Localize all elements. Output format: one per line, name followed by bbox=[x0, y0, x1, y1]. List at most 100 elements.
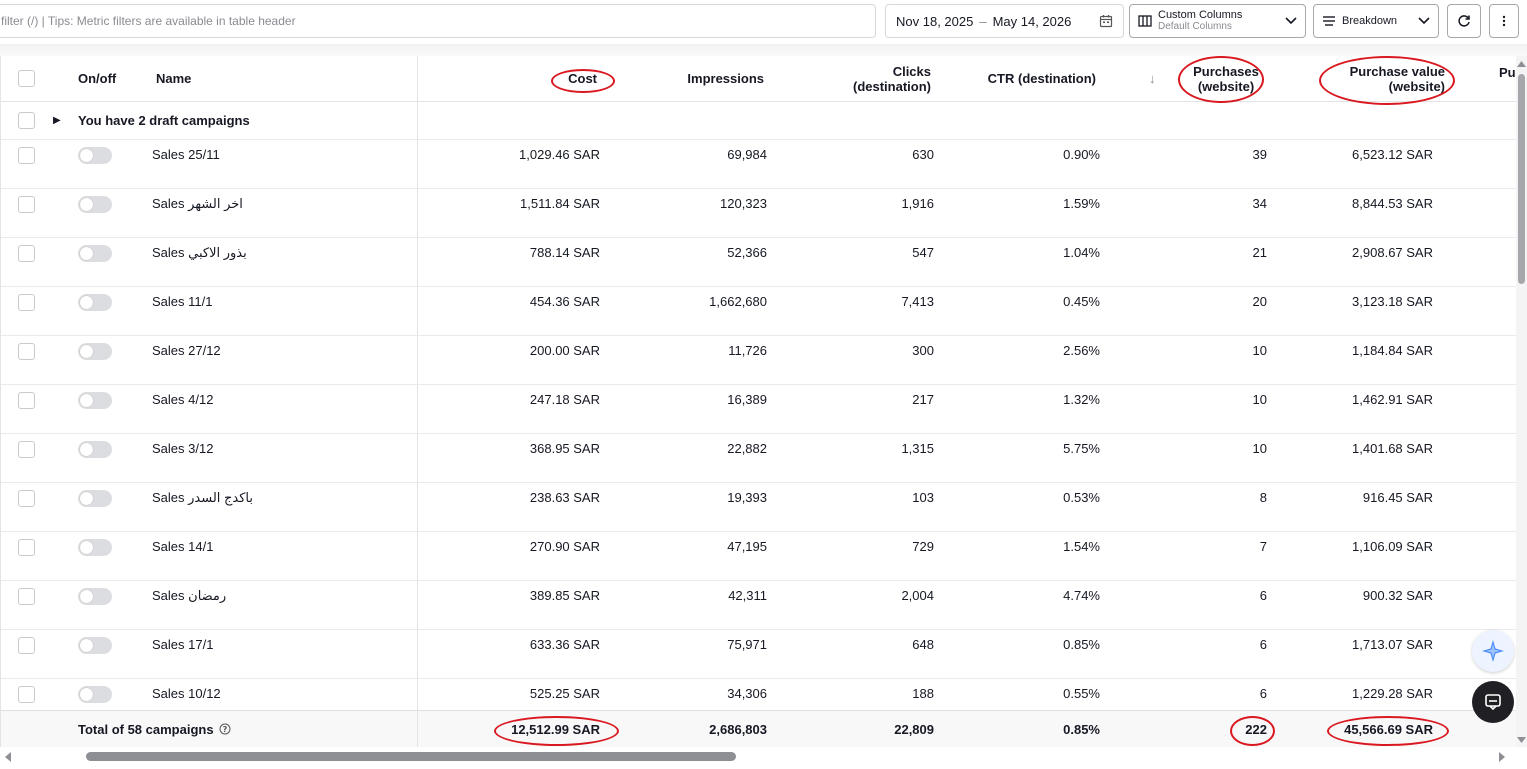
toolbar: Nov 18, 2025 – May 14, 2026 Custom Colum… bbox=[0, 0, 1527, 44]
campaign-name[interactable]: Sales 25/11 bbox=[152, 140, 220, 188]
row-checkbox[interactable] bbox=[18, 539, 35, 556]
date-range-picker[interactable]: Nov 18, 2025 – May 14, 2026 bbox=[885, 4, 1124, 38]
header-cost[interactable]: Cost bbox=[421, 56, 597, 101]
refresh-button[interactable] bbox=[1447, 4, 1481, 38]
cell-value: 1,401.68 SAR bbox=[1352, 441, 1433, 456]
column-divider bbox=[417, 238, 418, 286]
campaign-toggle[interactable] bbox=[78, 196, 112, 213]
campaign-name[interactable]: Sales 4/12 bbox=[152, 385, 213, 433]
help-icon[interactable]: ? bbox=[219, 723, 231, 735]
campaign-name[interactable]: Sales 27/12 bbox=[152, 336, 221, 384]
campaign-name[interactable]: Sales اخر الشهر bbox=[152, 189, 243, 237]
table-row[interactable]: Sales باكدج السدر 238.63 SAR 19,393 103 0.53… bbox=[1, 483, 1516, 532]
cell-cost: 389.85 SAR bbox=[529, 588, 600, 603]
campaign-toggle[interactable] bbox=[78, 490, 112, 507]
row-checkbox[interactable] bbox=[18, 637, 35, 654]
total-purchases: 222 bbox=[1245, 721, 1267, 737]
breakdown-label: Breakdown bbox=[1342, 15, 1398, 27]
scroll-right-icon[interactable] bbox=[1498, 752, 1506, 762]
more-options-button[interactable] bbox=[1489, 4, 1519, 38]
draft-campaigns-row[interactable]: ▶ You have 2 draft campaigns bbox=[1, 102, 1516, 140]
header-purchase-value[interactable]: Purchase value (website) bbox=[1323, 56, 1445, 101]
sort-arrow-icon[interactable]: ↓ bbox=[1149, 56, 1156, 101]
row-checkbox[interactable] bbox=[18, 294, 35, 311]
campaign-name[interactable]: Sales 11/1 bbox=[152, 287, 212, 335]
campaign-toggle[interactable] bbox=[78, 343, 112, 360]
campaign-toggle[interactable] bbox=[78, 539, 112, 556]
cell-clicks: 1,315 bbox=[901, 441, 934, 456]
table-row[interactable]: Sales 4/12 247.18 SAR 16,389 217 1.32% 10 1,46… bbox=[1, 385, 1516, 434]
column-divider bbox=[417, 102, 418, 139]
header-purchases[interactable]: Purchases (website) bbox=[1186, 56, 1266, 101]
horizontal-scrollbar[interactable] bbox=[0, 747, 1516, 769]
row-checkbox[interactable] bbox=[18, 343, 35, 360]
header-onoff[interactable]: On/off bbox=[78, 56, 116, 101]
header-truncated[interactable]: Pu bbox=[1499, 56, 1516, 101]
svg-text:?: ? bbox=[222, 725, 227, 734]
table-row[interactable]: Sales 14/1 270.90 SAR 47,195 729 1.54% 7 1,106… bbox=[1, 532, 1516, 581]
table-row[interactable]: Sales 27/12 200.00 SAR 11,726 300 2.56% 10 1,1… bbox=[1, 336, 1516, 385]
campaign-toggle[interactable] bbox=[78, 588, 112, 605]
cell-ctr: 1.32% bbox=[1063, 392, 1100, 407]
campaign-toggle[interactable] bbox=[78, 441, 112, 458]
more-vertical-icon bbox=[1502, 15, 1506, 27]
header-clicks[interactable]: Clicks (destination) bbox=[781, 56, 931, 101]
row-checkbox[interactable] bbox=[18, 147, 35, 164]
select-all-checkbox[interactable] bbox=[18, 70, 35, 87]
cell-impressions: 11,726 bbox=[728, 343, 767, 358]
row-checkbox[interactable] bbox=[18, 686, 35, 703]
custom-columns-button[interactable]: Custom Columns Default Columns bbox=[1129, 4, 1306, 38]
campaign-toggle[interactable] bbox=[78, 245, 112, 262]
table-row[interactable]: Sales 25/11 1,029.46 SAR 69,984 630 0.90% 39 6… bbox=[1, 140, 1516, 189]
cell-purchases: 6 bbox=[1259, 637, 1267, 652]
cell-value: 1,713.07 SAR bbox=[1352, 637, 1433, 652]
cell-value: 916.45 SAR bbox=[1362, 490, 1433, 505]
table-row[interactable]: Sales 3/12 368.95 SAR 22,882 1,315 5.75% 10 1,… bbox=[1, 434, 1516, 483]
table-row[interactable]: Sales بذور الاكبي 788.14 SAR 52,366 547 1.04… bbox=[1, 238, 1516, 287]
table-row[interactable]: Sales 17/1 633.36 SAR 75,971 648 0.85% 6 1,713… bbox=[1, 630, 1516, 679]
column-divider bbox=[417, 140, 418, 188]
campaign-toggle[interactable] bbox=[78, 686, 112, 703]
campaign-toggle[interactable] bbox=[78, 147, 112, 164]
cell-impressions: 19,393 bbox=[727, 490, 767, 505]
scroll-left-icon[interactable] bbox=[4, 752, 12, 762]
scroll-up-icon[interactable] bbox=[1517, 60, 1526, 68]
header-name[interactable]: Name bbox=[156, 56, 191, 101]
header-impressions[interactable]: Impressions bbox=[601, 56, 764, 101]
vertical-scroll-thumb[interactable] bbox=[1518, 74, 1525, 284]
cell-impressions: 69,984 bbox=[727, 147, 767, 162]
horizontal-scroll-thumb[interactable] bbox=[86, 752, 736, 761]
campaign-name[interactable]: Sales 17/1 bbox=[152, 630, 213, 678]
cell-ctr: 2.56% bbox=[1063, 343, 1100, 358]
cell-ctr: 0.53% bbox=[1063, 490, 1100, 505]
expand-triangle-icon[interactable]: ▶ bbox=[53, 102, 61, 139]
row-checkbox[interactable] bbox=[18, 392, 35, 409]
breakdown-button[interactable]: Breakdown bbox=[1313, 4, 1439, 38]
assistant-star-button[interactable] bbox=[1472, 630, 1514, 672]
campaign-name[interactable]: Sales 3/12 bbox=[152, 434, 213, 482]
row-checkbox[interactable] bbox=[18, 196, 35, 213]
table-row[interactable]: Sales 11/1 454.36 SAR 1,662,680 7,413 0.45% 2… bbox=[1, 287, 1516, 336]
header-ctr[interactable]: CTR (destination) bbox=[941, 56, 1096, 101]
row-checkbox[interactable] bbox=[18, 490, 35, 507]
campaign-name[interactable]: Sales 14/1 bbox=[152, 532, 213, 580]
scroll-down-icon[interactable] bbox=[1517, 736, 1526, 744]
campaign-toggle[interactable] bbox=[78, 392, 112, 409]
vertical-scrollbar[interactable] bbox=[1516, 56, 1527, 747]
campaign-name[interactable]: Sales باكدج السدر bbox=[152, 483, 253, 531]
campaign-name[interactable]: Sales بذور الاكبي bbox=[152, 238, 247, 286]
campaign-toggle[interactable] bbox=[78, 637, 112, 654]
chat-support-button[interactable] bbox=[1472, 681, 1514, 723]
campaign-toggle[interactable] bbox=[78, 294, 112, 311]
filter-input[interactable] bbox=[0, 4, 876, 38]
campaign-name[interactable]: Sales رمضان bbox=[152, 581, 226, 629]
row-checkbox[interactable] bbox=[18, 245, 35, 262]
table-row[interactable]: Sales رمضان 389.85 SAR 42,311 2,004 4.74% 6 90… bbox=[1, 581, 1516, 630]
row-checkbox[interactable] bbox=[18, 112, 35, 129]
row-checkbox[interactable] bbox=[18, 588, 35, 605]
cell-value: 900.32 SAR bbox=[1362, 588, 1433, 603]
cell-cost: 1,029.46 SAR bbox=[519, 147, 600, 162]
table-row[interactable]: Sales اخر الشهر 1,511.84 SAR 120,323 1,916 1… bbox=[1, 189, 1516, 238]
row-checkbox[interactable] bbox=[18, 441, 35, 458]
cell-clicks: 7,413 bbox=[901, 294, 934, 309]
